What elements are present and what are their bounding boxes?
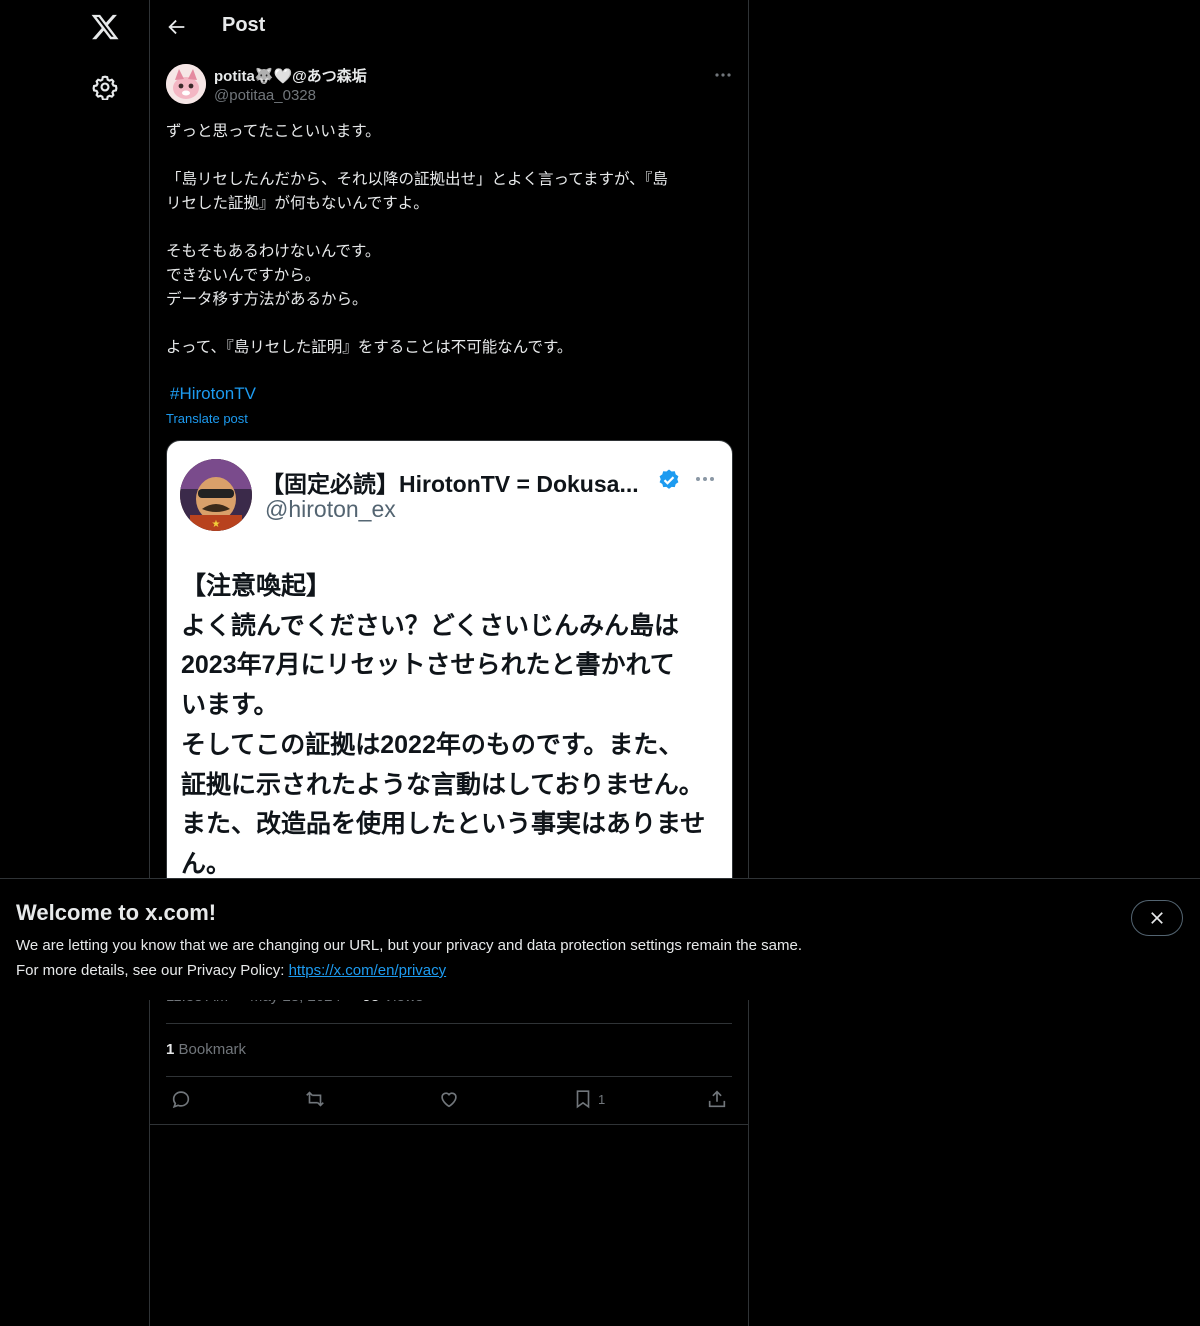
attached-image[interactable]: ★ 【固定必読】HirotonTV = Dokusa... @hiroton_e… (166, 440, 733, 902)
close-icon (1151, 912, 1163, 924)
share-icon[interactable] (706, 1088, 728, 1114)
bookmark-count: 1 (598, 1092, 606, 1107)
reply-icon[interactable] (170, 1088, 192, 1114)
post-text: ずっと思ってたこといいます。 「島リセしたんだから、それ以降の証拠出せ」とよく言… (166, 120, 732, 360)
quoted-line: また、改造品を使用したという事実はありませ (181, 810, 706, 839)
privacy-policy-link[interactable]: https://x.com/en/privacy (289, 962, 447, 979)
post-line: ずっと思ってたこといいます。 (166, 123, 381, 140)
like-heart-icon[interactable] (438, 1088, 460, 1114)
divider (150, 1124, 748, 1125)
banner-privacy-prefix: For more details, see our Privacy Policy… (16, 962, 289, 979)
quoted-line: 【注意喚起】 (181, 572, 332, 600)
quoted-text: 【注意喚起】 よく読んでください？どくさいじんみん島は 2023年7月にリセット… (181, 567, 726, 885)
quoted-more-icon (693, 471, 717, 487)
quoted-line: 証拠に示されたような言動はしておりません。 (181, 770, 704, 799)
verified-badge-icon (657, 468, 681, 492)
left-nav (0, 0, 149, 1326)
quoted-handle: @hiroton_ex (265, 496, 396, 522)
svg-text:★: ★ (212, 519, 221, 530)
quoted-avatar: ★ (180, 459, 252, 531)
post-line: そもそもあるわけないんです。 (166, 243, 381, 260)
author-avatar[interactable] (166, 64, 206, 104)
quoted-line: 2023年7月にリセットさせられたと書かれて (181, 651, 675, 680)
quoted-line: よく読んでください？どくさいじんみん島は (181, 611, 680, 640)
hashtag-link[interactable]: #HirotonTV (170, 384, 256, 404)
post-line: 「島リセしたんだから、それ以降の証拠出せ」とよく言ってますが、『島 (166, 171, 668, 188)
translate-post-link[interactable]: Translate post (166, 411, 248, 426)
divider (166, 1076, 732, 1077)
banner-text-privacy: For more details, see our Privacy Policy… (16, 962, 446, 979)
banner-title: Welcome to x.com! (16, 900, 217, 925)
close-banner-button[interactable] (1131, 900, 1183, 936)
post-line: データ移す方法があるから。 (166, 291, 368, 308)
post-line: よって、『島リセした証明』をすることは不可能なんです。 (166, 339, 573, 356)
post-line: できないんですから。 (166, 267, 321, 284)
bookmark-icon[interactable]: 1 (572, 1088, 605, 1114)
author-display-name[interactable]: potita🐺🤍@あつ森垢 (214, 65, 367, 86)
x-logo-icon[interactable] (90, 12, 120, 42)
repost-icon[interactable] (304, 1088, 326, 1114)
settings-gear-icon[interactable] (92, 74, 118, 101)
bookmark-stat-label: Bookmark (178, 1041, 247, 1058)
banner-text: We are letting you know that we are chan… (16, 937, 802, 954)
main-column: Post potita🐺🤍@あつ森垢 @potitaa_0328 ずっと思ってた… (149, 0, 749, 1326)
welcome-banner: Welcome to x.com! We are letting you kno… (0, 878, 1200, 1000)
post-line: リセした証拠』が何もないんですよ。 (166, 195, 429, 212)
bookmark-stat-count: 1 (166, 1041, 175, 1058)
action-bar: 1 (166, 1088, 732, 1114)
back-arrow-icon[interactable] (166, 16, 188, 38)
divider (166, 1023, 732, 1024)
bookmark-stats[interactable]: 1 Bookmark (166, 1041, 246, 1058)
page-title: Post (222, 14, 266, 36)
author-handle[interactable]: @potitaa_0328 (214, 87, 316, 104)
quoted-line: そしてこの証拠は2022年のものです。また、 (181, 730, 684, 759)
page-header: Post (150, 0, 748, 54)
more-options-icon[interactable] (712, 66, 734, 84)
quoted-line: います。 (181, 691, 279, 720)
quoted-display-name: 【固定必読】HirotonTV = Dokusa... (261, 471, 639, 497)
